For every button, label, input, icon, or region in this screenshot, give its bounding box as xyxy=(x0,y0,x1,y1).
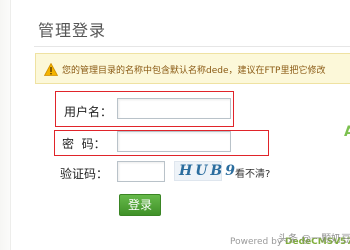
refresh-captcha-link[interactable]: 看不清? xyxy=(235,165,270,180)
side-mark: A xyxy=(344,124,350,140)
captcha-label: 验证码： xyxy=(60,167,109,181)
title-divider xyxy=(34,46,350,47)
captcha-input[interactable] xyxy=(117,161,165,182)
username-label: 用户名： xyxy=(64,105,113,119)
warning-icon xyxy=(44,63,58,76)
login-button[interactable]: 登录 xyxy=(119,194,161,216)
captcha-image[interactable]: HUB9 xyxy=(174,161,235,181)
page-title: 管理登录 xyxy=(38,21,107,40)
watermark-text: 头条 @一颗奶豆 xyxy=(278,234,350,245)
warning-banner: 您的管理目录的名称中包含默认名称dede，建议在FTP里把它修改 xyxy=(35,53,350,84)
left-side-strip xyxy=(0,0,11,250)
footer-powered-label: Powered by xyxy=(230,237,283,247)
warning-text: 您的管理目录的名称中包含默认名称dede，建议在FTP里把它修改 xyxy=(62,66,326,76)
username-input[interactable] xyxy=(117,98,231,119)
password-label: 密 码： xyxy=(62,137,106,151)
password-input[interactable] xyxy=(117,131,231,152)
